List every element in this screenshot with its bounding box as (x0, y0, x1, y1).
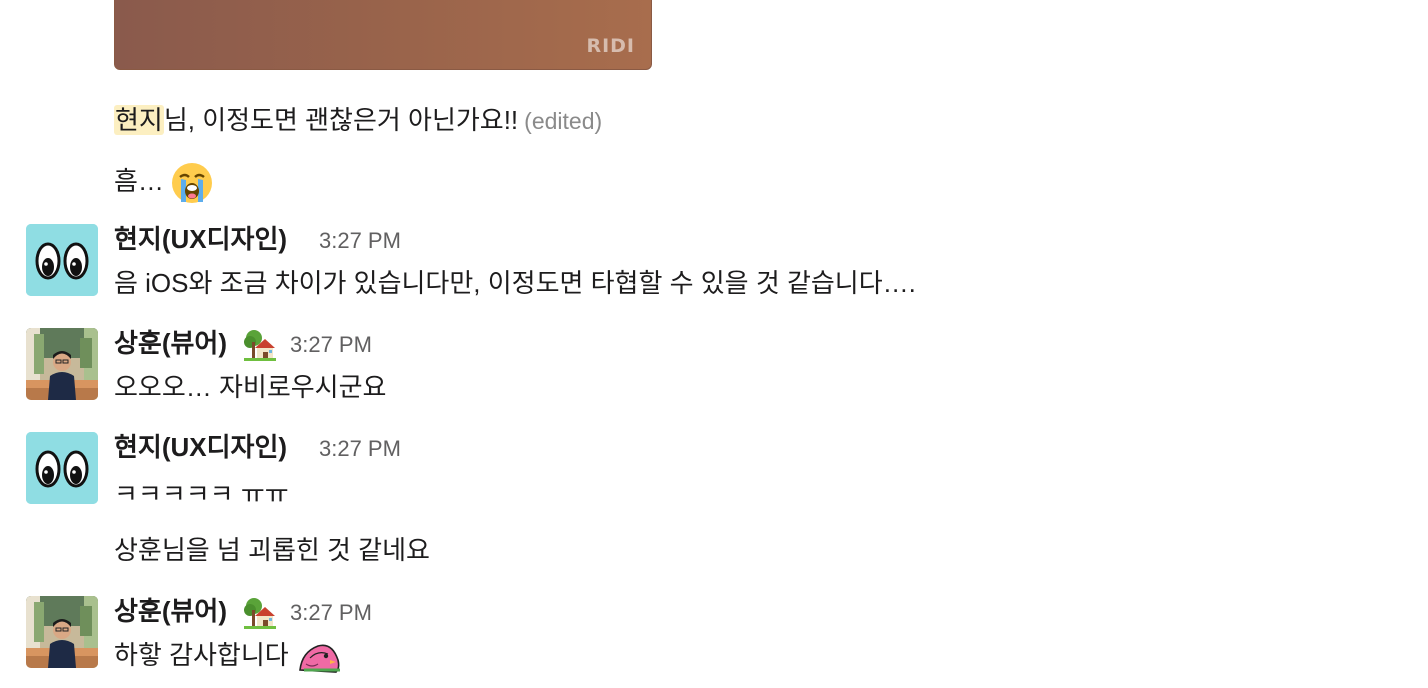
eyes-icon (26, 432, 98, 504)
message-timestamp[interactable]: 3:27 PM (319, 432, 401, 466)
message-author[interactable]: 상훈(뷰어) (114, 326, 227, 360)
message-body: ㅋㅋㅋㅋㅋ ㅠㅠ (114, 479, 289, 509)
user-mention[interactable]: 현지 (114, 105, 164, 135)
message-body: 오오오… 자비로우시군요 (114, 372, 387, 402)
message-author[interactable]: 상훈(뷰어) (114, 594, 227, 628)
message-body: 님, 이정도면 괜찮은거 아닌가요!! (163, 105, 519, 135)
loudly-crying-face-icon (171, 162, 213, 204)
message-body: 흠… (114, 165, 164, 196)
message-author[interactable]: 현지(UX디자인) (114, 222, 287, 256)
message-body: 상훈님을 넘 괴롭힌 것 같네요 (114, 535, 430, 565)
message-timestamp[interactable]: 3:27 PM (290, 596, 372, 630)
eyes-icon (26, 224, 98, 296)
house-with-garden-icon[interactable] (242, 596, 276, 630)
message-text: 현지님, 이정도면 괜찮은거 아닌가요!! (edited) (114, 103, 602, 138)
avatar[interactable] (26, 596, 98, 668)
avatar[interactable] (26, 432, 98, 504)
message-text: 하핳 감사합니다 (114, 640, 289, 670)
photo-avatar (26, 328, 98, 400)
message-timestamp[interactable]: 3:27 PM (319, 224, 401, 258)
message-text: 흠… (114, 162, 213, 204)
avatar[interactable] (26, 224, 98, 296)
message-author[interactable]: 현지(UX디자인) (114, 430, 287, 464)
pink-bird-custom-emoji-icon (296, 640, 342, 674)
message-timestamp[interactable]: 3:27 PM (290, 328, 372, 362)
edited-label: (edited) (524, 108, 603, 134)
ridi-watermark: RIDI (586, 35, 635, 57)
message-body: 하핳 감사합니다 (114, 638, 342, 674)
avatar[interactable] (26, 328, 98, 400)
attachment-image[interactable]: RIDI (114, 0, 652, 70)
house-with-garden-icon[interactable] (242, 328, 276, 362)
photo-avatar (26, 596, 98, 668)
message-body: 음 iOS와 조금 차이가 있습니다만, 이정도면 타협할 수 있을 것 같습니… (114, 268, 916, 298)
